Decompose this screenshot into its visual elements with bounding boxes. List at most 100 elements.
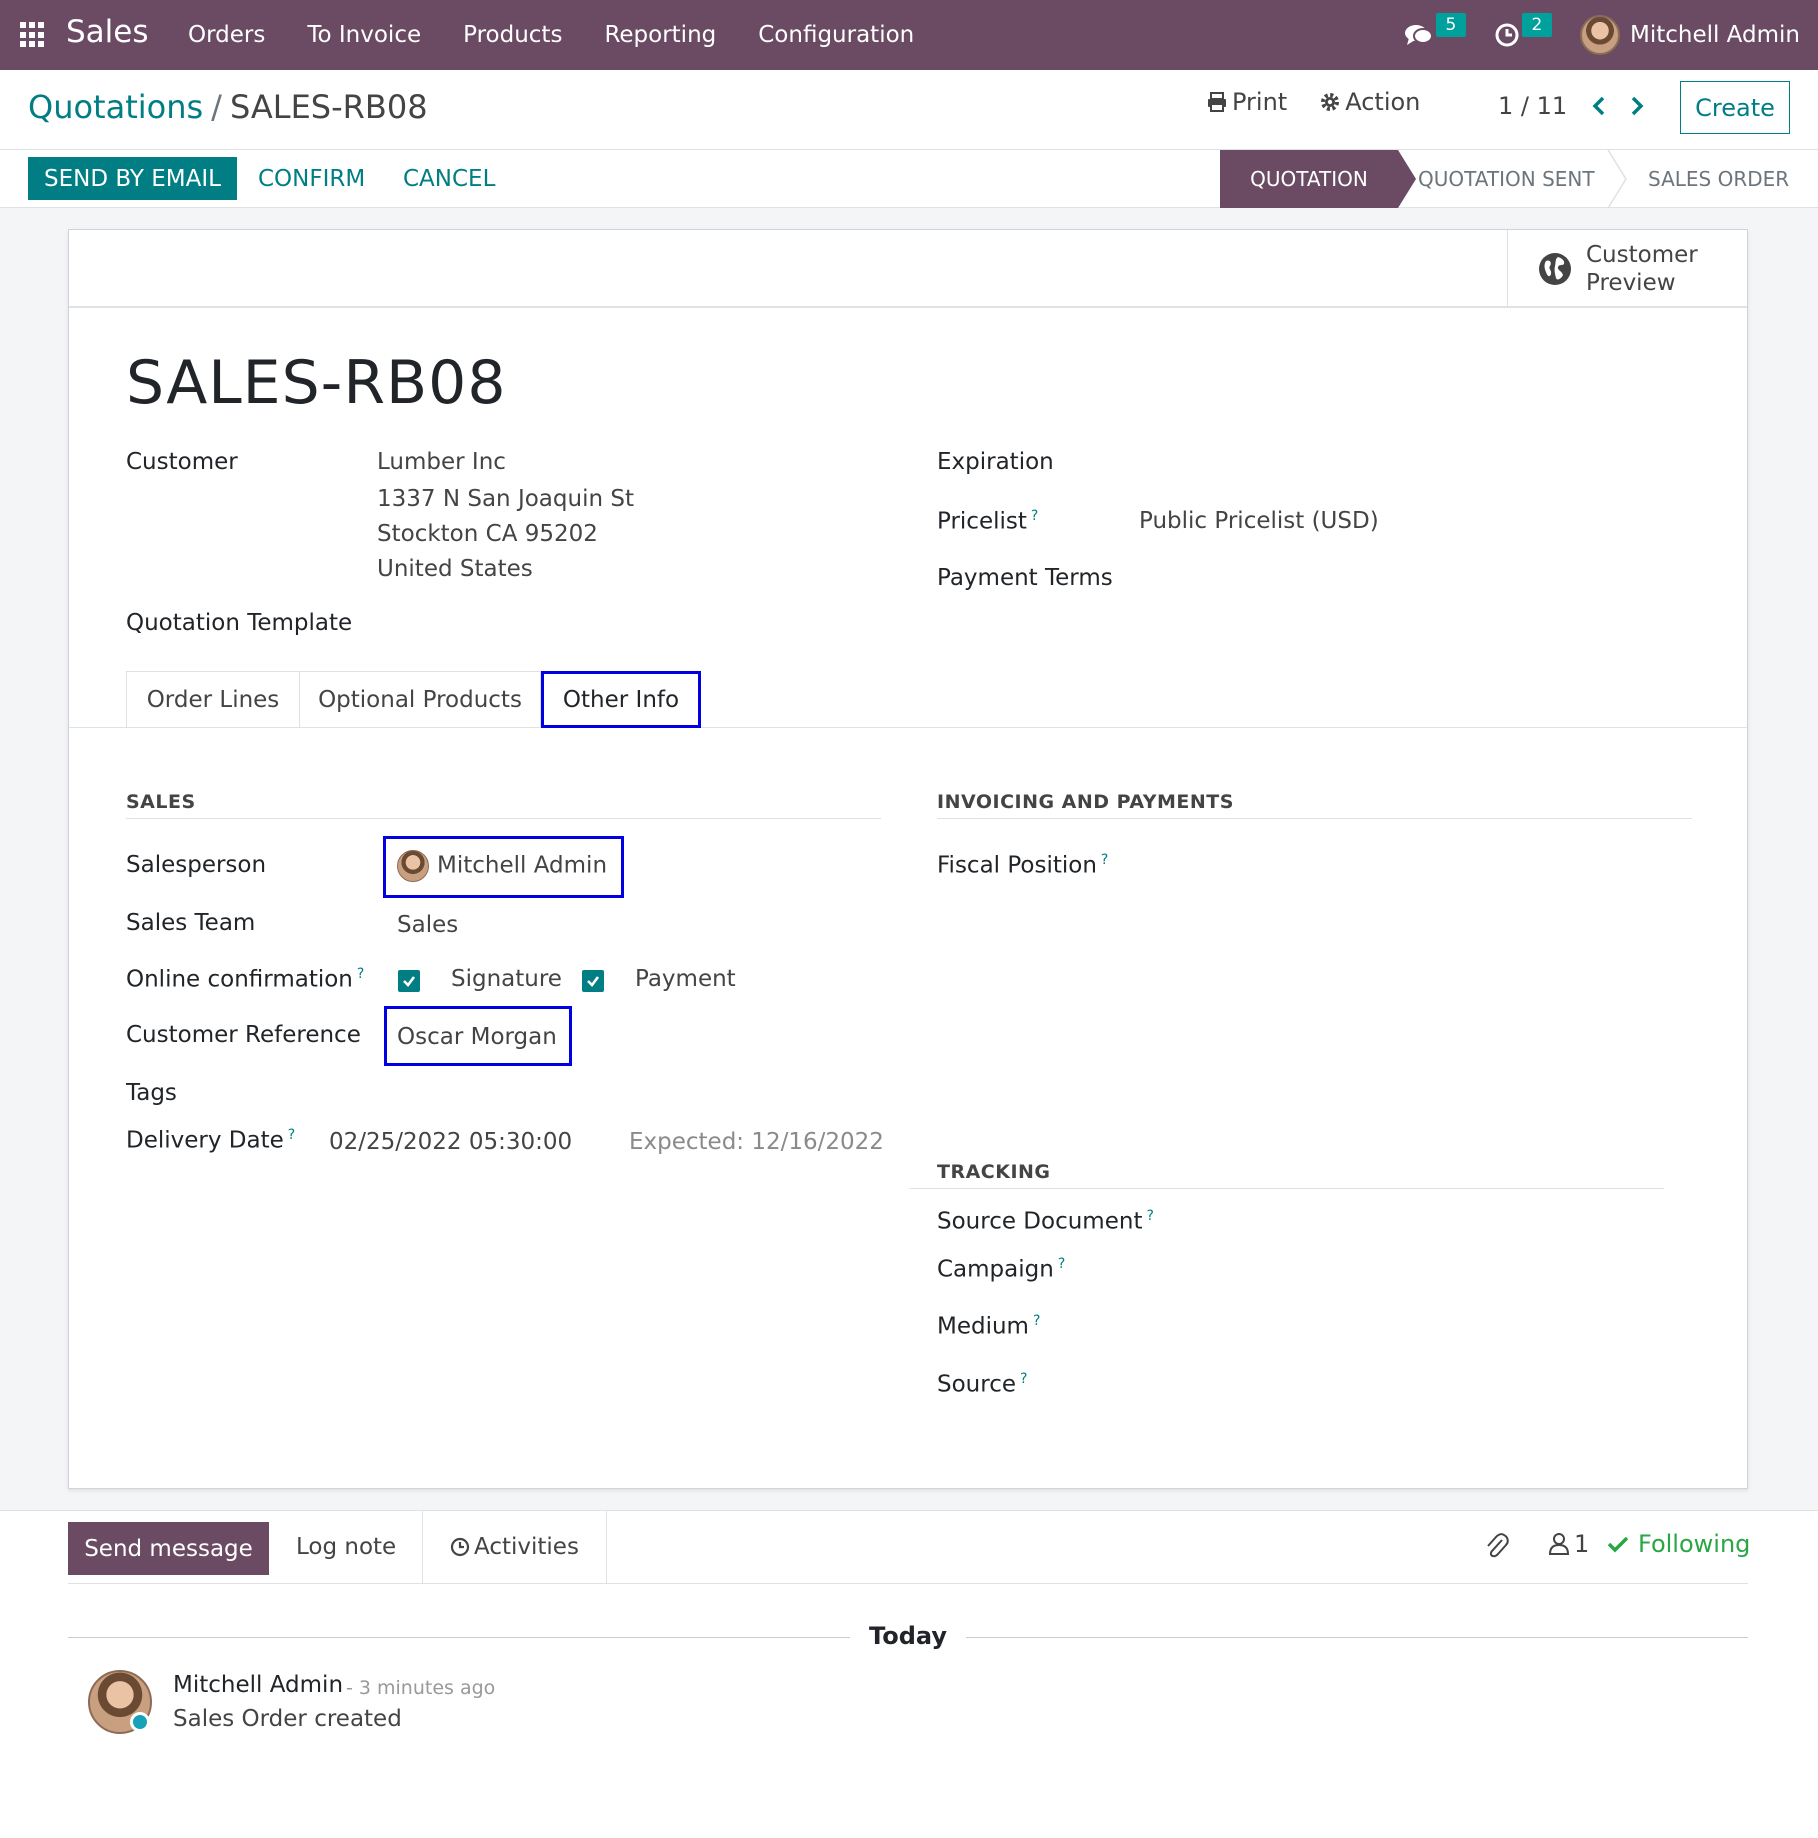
- apps-grid-icon[interactable]: [20, 22, 46, 48]
- salesperson-value: Mitchell Admin: [437, 852, 608, 879]
- sales-team-value[interactable]: Sales: [397, 912, 458, 938]
- activities-label: Activities: [474, 1534, 579, 1560]
- top-navbar: Sales Orders To Invoice Products Reporti…: [0, 0, 1818, 70]
- customer-address-line3: United States: [377, 556, 533, 582]
- chatter-topbar: [0, 1510, 1818, 1584]
- payment-label: Payment: [635, 966, 736, 992]
- action-dropdown[interactable]: Action: [1319, 88, 1420, 116]
- medium-label: Medium?: [937, 1313, 1040, 1340]
- campaign-label-text: Campaign: [937, 1256, 1054, 1283]
- control-panel: Quotations / SALES-RB08 Print Action 1 / 1…: [0, 70, 1818, 150]
- breadcrumb-quotations[interactable]: Quotations: [28, 88, 203, 126]
- paperclip-icon[interactable]: [1484, 1532, 1510, 1562]
- send-message-button[interactable]: Send message: [68, 1522, 269, 1575]
- user-menu-name[interactable]: Mitchell Admin: [1630, 22, 1800, 48]
- menu-item-configuration[interactable]: Configuration: [758, 22, 914, 48]
- customer-label: Customer: [126, 449, 238, 475]
- delivery-date-help[interactable]: ?: [288, 1127, 295, 1143]
- menu-item-products[interactable]: Products: [463, 22, 562, 48]
- messages-systray[interactable]: 5: [1404, 13, 1466, 48]
- source-help[interactable]: ?: [1020, 1371, 1027, 1387]
- pricelist-label: Pricelist?: [937, 508, 1038, 535]
- online-confirmation-help[interactable]: ?: [357, 966, 364, 982]
- salesperson-avatar: [397, 850, 429, 882]
- menu-item-orders[interactable]: Orders: [188, 22, 265, 48]
- quotation-template-label: Quotation Template: [126, 610, 353, 636]
- chatter-baseline: [68, 1583, 1748, 1584]
- invoicing-group-divider: [937, 818, 1692, 819]
- invoicing-group-title: INVOICING AND PAYMENTS: [937, 791, 1234, 813]
- salesperson-field[interactable]: Mitchell Admin: [397, 850, 607, 882]
- app-name[interactable]: Sales: [66, 14, 149, 50]
- message-time: - 3 minutes ago: [346, 1677, 496, 1699]
- pricelist-label-text: Pricelist: [937, 508, 1027, 535]
- clock-icon: [1495, 23, 1519, 47]
- breadcrumb: Quotations / SALES-RB08: [28, 88, 428, 126]
- expected-date: Expected: 12/16/2022: [629, 1129, 884, 1155]
- medium-help[interactable]: ?: [1033, 1313, 1040, 1329]
- followers-button[interactable]: 1: [1548, 1530, 1589, 1558]
- print-dropdown[interactable]: Print: [1206, 88, 1287, 116]
- tab-optional-products[interactable]: Optional Products: [299, 671, 541, 728]
- customer-value[interactable]: Lumber Inc: [377, 449, 506, 475]
- activities-button[interactable]: Activities: [450, 1510, 579, 1584]
- tab-other-info[interactable]: Other Info: [541, 671, 701, 728]
- pricelist-value[interactable]: Public Pricelist (USD): [1139, 508, 1379, 534]
- fiscal-position-label: Fiscal Position?: [937, 852, 1108, 879]
- message-author[interactable]: Mitchell Admin: [173, 1672, 343, 1698]
- message-body: Sales Order created: [173, 1706, 402, 1732]
- customer-preview-button[interactable]: Customer Preview: [1507, 230, 1747, 308]
- signature-label: Signature: [451, 966, 562, 992]
- messages-badge: 5: [1435, 13, 1466, 37]
- chevron-left-icon[interactable]: [1591, 95, 1607, 117]
- pager-value[interactable]: 1 / 11: [1498, 92, 1567, 120]
- confirm-button[interactable]: CONFIRM: [258, 157, 365, 200]
- online-confirmation-label: Online confirmation?: [126, 966, 364, 993]
- user-avatar[interactable]: [1579, 15, 1620, 55]
- action-menus: Print Action: [1206, 88, 1452, 116]
- activities-badge: 2: [1521, 13, 1552, 37]
- source-document-help[interactable]: ?: [1146, 1208, 1153, 1224]
- date-separator: Today: [68, 1622, 1748, 1654]
- source-document-label: Source Document?: [937, 1208, 1154, 1235]
- main-menu: Orders To Invoice Products Reporting Con…: [188, 0, 914, 70]
- activities-systray[interactable]: 2: [1494, 13, 1552, 48]
- pricelist-help[interactable]: ?: [1031, 508, 1038, 524]
- fiscal-position-help[interactable]: ?: [1101, 852, 1108, 868]
- breadcrumb-current: SALES-RB08: [229, 88, 428, 126]
- stage-sales-order[interactable]: SALES ORDER: [1648, 150, 1789, 208]
- fiscal-position-label-text: Fiscal Position: [937, 852, 1097, 879]
- customer-reference-label: Customer Reference: [126, 1022, 361, 1048]
- delivery-date-value[interactable]: 02/25/2022 05:30:00: [329, 1129, 572, 1155]
- signature-checkbox[interactable]: [398, 970, 420, 992]
- stage-separator-arrow: [1607, 150, 1627, 208]
- following-button[interactable]: Following: [1606, 1530, 1750, 1558]
- printer-icon: [1208, 92, 1226, 112]
- date-separator-line-right: [966, 1637, 1748, 1638]
- create-button[interactable]: Create: [1680, 81, 1790, 134]
- gear-icon: [1321, 93, 1340, 111]
- form-sheet: Customer Preview SALES-RB08 Customer Lum…: [68, 229, 1748, 1489]
- delivery-date-label: Delivery Date?: [126, 1127, 295, 1154]
- payment-checkbox[interactable]: [582, 970, 604, 992]
- campaign-help[interactable]: ?: [1058, 1256, 1065, 1272]
- stage-quotation[interactable]: QUOTATION: [1220, 150, 1416, 208]
- tab-order-lines[interactable]: Order Lines: [126, 671, 300, 728]
- sales-group-title: SALES: [126, 791, 196, 813]
- stage-quotation-sent[interactable]: QUOTATION SENT: [1418, 150, 1595, 208]
- customer-reference-input[interactable]: Oscar Morgan: [397, 1024, 557, 1050]
- send-by-email-button[interactable]: SEND BY EMAIL: [28, 157, 237, 200]
- following-label: Following: [1638, 1530, 1751, 1558]
- chevron-right-icon[interactable]: [1629, 95, 1645, 117]
- chat-bubbles-icon: [1404, 25, 1433, 45]
- checkmark-icon: [587, 976, 600, 987]
- menu-item-to-invoice[interactable]: To Invoice: [307, 22, 421, 48]
- menu-item-reporting[interactable]: Reporting: [604, 22, 716, 48]
- cancel-button[interactable]: CANCEL: [403, 157, 495, 200]
- pager: 1 / 11: [1498, 92, 1645, 120]
- log-note-button[interactable]: Log note: [296, 1510, 396, 1584]
- sales-team-label: Sales Team: [126, 910, 256, 936]
- action-label: Action: [1345, 88, 1421, 116]
- chatter-divider: [422, 1510, 423, 1584]
- print-label: Print: [1232, 88, 1288, 116]
